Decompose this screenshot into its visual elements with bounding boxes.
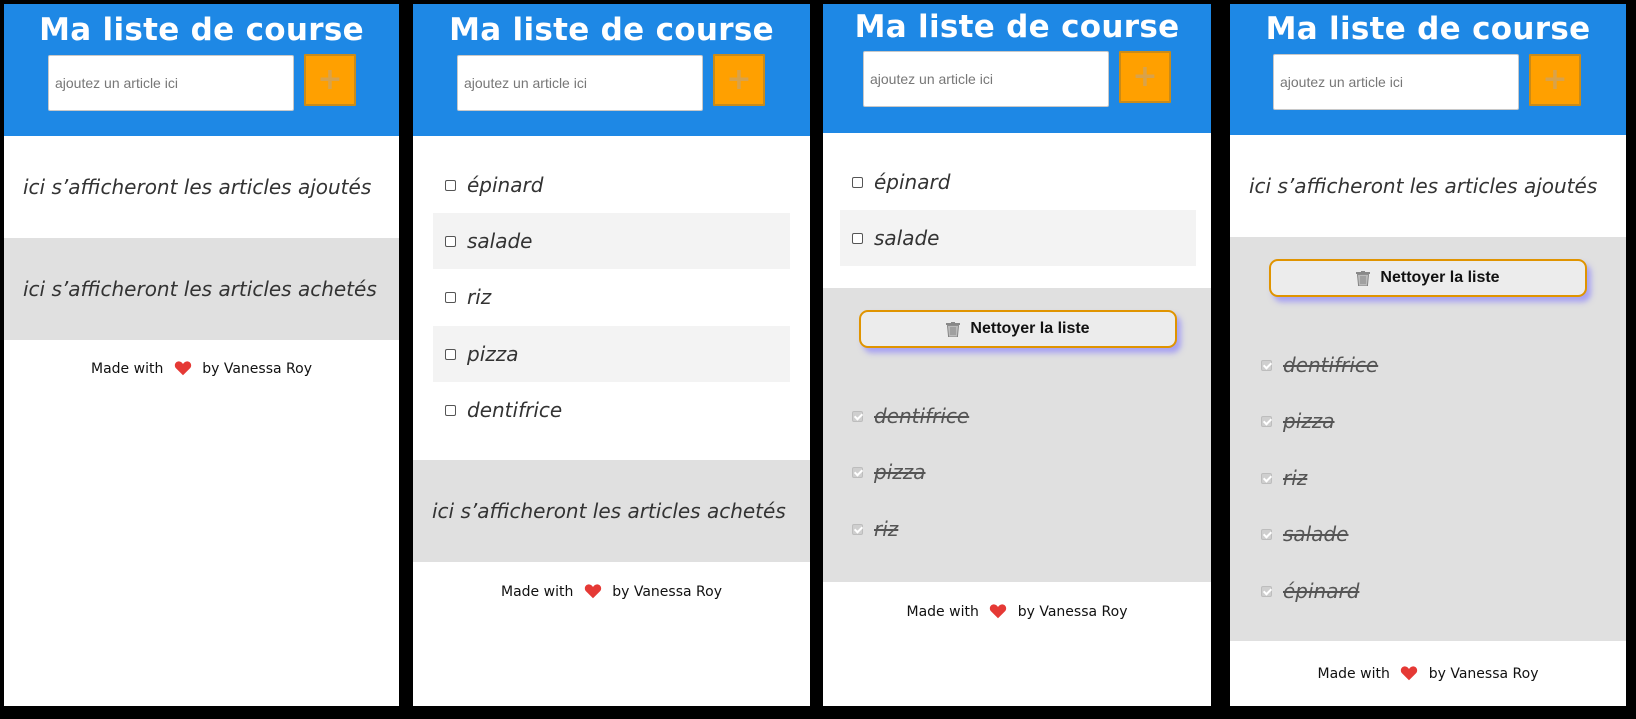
item-label: salade <box>1283 522 1349 546</box>
app-panel-1: Ma liste de course + ici s’afficheront l… <box>4 4 399 706</box>
item-label: dentifrice <box>467 398 563 422</box>
add-item-input[interactable] <box>457 55 703 111</box>
footer-author: by Vanessa Roy <box>1428 666 1539 682</box>
added-items-placeholder-zone: ici s’afficheront les articles ajoutés <box>1230 135 1626 237</box>
add-item-input[interactable] <box>1273 54 1519 110</box>
added-items-placeholder: ici s’afficheront les articles ajoutés <box>23 175 372 199</box>
item-checkbox-checked[interactable] <box>1261 528 1272 540</box>
bought-item-row[interactable]: riz <box>840 501 1196 557</box>
added-item-row[interactable]: salade <box>433 213 790 269</box>
heart-icon <box>990 604 1007 619</box>
add-item-button[interactable]: + <box>1529 54 1581 106</box>
app-title: Ma liste de course <box>854 9 1180 45</box>
heart-icon <box>174 361 191 376</box>
app-header: Ma liste de course + <box>1230 4 1626 135</box>
item-label: salade <box>874 226 940 250</box>
app-title: Ma liste de course <box>449 12 774 48</box>
bought-items-zone: Nettoyer la liste dentifrice pizza riz s… <box>1230 237 1626 641</box>
trash-icon <box>946 321 961 337</box>
item-label: pizza <box>874 460 926 484</box>
app-panel-2: Ma liste de course + épinard salade riz … <box>413 4 810 706</box>
clean-list-button[interactable]: Nettoyer la liste <box>859 310 1177 348</box>
item-checkbox-checked[interactable] <box>852 523 863 535</box>
footer-made-with: Made with <box>1317 666 1390 682</box>
heart-icon <box>1401 666 1418 681</box>
item-label: dentifrice <box>874 404 970 428</box>
added-item-row[interactable]: riz <box>433 269 790 325</box>
clean-list-button[interactable]: Nettoyer la liste <box>1269 259 1587 297</box>
added-items-placeholder: ici s’afficheront les articles ajoutés <box>1249 174 1598 198</box>
bought-items-zone: Nettoyer la liste dentifrice pizza riz <box>823 288 1211 582</box>
item-checkbox[interactable] <box>445 179 456 191</box>
app-header: Ma liste de course + <box>823 4 1211 133</box>
bought-item-row[interactable]: épinard <box>1249 563 1605 619</box>
bought-item-row[interactable]: pizza <box>840 444 1196 500</box>
clean-list-label: Nettoyer la liste <box>970 320 1090 337</box>
item-checkbox-checked[interactable] <box>852 466 863 478</box>
add-item-input[interactable] <box>863 51 1109 107</box>
item-checkbox-checked[interactable] <box>1261 359 1272 371</box>
footer: Made with by Vanessa Roy <box>4 360 399 377</box>
bought-item-row[interactable]: riz <box>1249 450 1605 506</box>
bought-items-placeholder-zone: ici s’afficheront les articles achetés <box>413 460 810 562</box>
footer: Made with by Vanessa Roy <box>823 603 1211 620</box>
item-checkbox-checked[interactable] <box>1261 472 1272 484</box>
app-header: Ma liste de course + <box>4 4 399 136</box>
item-label: épinard <box>467 173 544 197</box>
app-header: Ma liste de course + <box>413 4 810 136</box>
added-item-row[interactable]: épinard <box>840 154 1196 210</box>
item-label: pizza <box>467 342 519 366</box>
item-checkbox[interactable] <box>445 291 456 303</box>
item-label: épinard <box>1283 579 1360 603</box>
footer: Made with by Vanessa Roy <box>1230 665 1626 682</box>
footer-author: by Vanessa Roy <box>1017 604 1128 620</box>
bought-item-row[interactable]: salade <box>1249 506 1605 562</box>
footer-made-with: Made with <box>501 584 574 600</box>
item-checkbox[interactable] <box>445 235 456 247</box>
footer-author: by Vanessa Roy <box>202 361 312 377</box>
footer-author: by Vanessa Roy <box>612 584 722 600</box>
item-label: riz <box>874 517 899 541</box>
item-checkbox-checked[interactable] <box>1261 415 1272 427</box>
bought-items-placeholder: ici s’afficheront les articles achetés <box>432 499 786 523</box>
item-checkbox[interactable] <box>852 232 863 244</box>
item-label: salade <box>467 229 533 253</box>
app-panel-3: Ma liste de course + épinard salade Nett… <box>823 4 1211 706</box>
added-item-row[interactable]: salade <box>840 210 1196 266</box>
add-item-button[interactable]: + <box>304 54 356 106</box>
added-item-row[interactable]: pizza <box>433 326 790 382</box>
item-checkbox[interactable] <box>445 348 456 360</box>
added-items-placeholder-zone: ici s’afficheront les articles ajoutés <box>4 136 399 238</box>
add-item-input[interactable] <box>48 55 294 111</box>
item-checkbox-checked[interactable] <box>852 410 863 422</box>
bought-item-row[interactable]: pizza <box>1249 393 1605 449</box>
item-checkbox[interactable] <box>852 176 863 188</box>
clean-list-label: Nettoyer la liste <box>1380 269 1500 286</box>
item-checkbox-checked[interactable] <box>1261 585 1272 597</box>
item-label: riz <box>467 285 492 309</box>
add-item-button[interactable]: + <box>1119 51 1171 103</box>
item-label: pizza <box>1283 409 1335 433</box>
added-item-row[interactable]: épinard <box>433 157 790 213</box>
add-item-button[interactable]: + <box>713 54 765 106</box>
app-title: Ma liste de course <box>39 12 364 48</box>
item-label: riz <box>1283 466 1308 490</box>
footer: Made with by Vanessa Roy <box>413 583 810 600</box>
footer-made-with: Made with <box>91 361 164 377</box>
trash-icon <box>1356 270 1371 286</box>
item-label: dentifrice <box>1283 353 1379 377</box>
item-label: épinard <box>874 170 951 194</box>
app-panel-4: Ma liste de course + ici s’afficheront l… <box>1230 4 1626 706</box>
bought-items-placeholder-zone: ici s’afficheront les articles achetés <box>4 238 399 340</box>
app-title: Ma liste de course <box>1265 11 1591 47</box>
bought-item-row[interactable]: dentifrice <box>840 388 1196 444</box>
heart-icon <box>584 584 601 599</box>
footer-made-with: Made with <box>906 604 979 620</box>
item-checkbox[interactable] <box>445 404 456 416</box>
added-item-row[interactable]: dentifrice <box>433 382 790 438</box>
bought-item-row[interactable]: dentifrice <box>1249 337 1605 393</box>
bought-items-placeholder: ici s’afficheront les articles achetés <box>23 277 377 301</box>
